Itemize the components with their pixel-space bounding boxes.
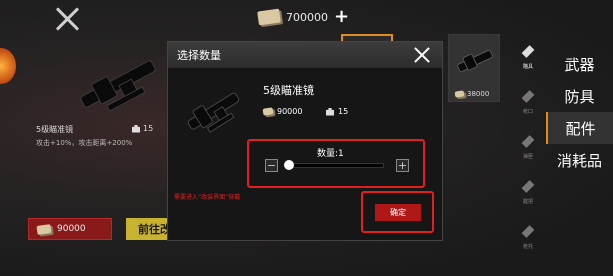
currency-display: 700000 + [257, 8, 349, 26]
slot-muzzle[interactable]: 枪口 [510, 79, 546, 124]
item-name: 5级瞄准镜 [36, 125, 74, 134]
slot-sight[interactable]: 瞄具 [510, 34, 546, 79]
category-weapons[interactable]: 武器 [546, 48, 613, 80]
quantity-plus-button[interactable]: + [396, 159, 409, 172]
weight-icon [132, 124, 140, 133]
slot-magazine-label: 弹匣 [522, 153, 533, 160]
confirm-highlight: 确定 [361, 191, 434, 233]
close-icon[interactable] [54, 6, 80, 32]
quantity-slider-handle[interactable] [284, 160, 294, 170]
category-armor[interactable]: 防具 [546, 80, 613, 112]
quantity-minus-button[interactable]: − [265, 159, 278, 172]
scope-icon [521, 45, 535, 58]
money-icon [257, 8, 281, 26]
slot-magazine[interactable]: 弹匣 [510, 124, 546, 169]
magazine-icon [521, 135, 535, 148]
buy-price-button[interactable]: 90000 [28, 218, 112, 240]
muzzle-icon [521, 90, 535, 103]
inventory-cell-scope[interactable]: 38000 [448, 34, 500, 102]
item-weight-value: 15 [143, 124, 154, 133]
scope-thumbnail [457, 49, 493, 73]
quantity-selector: 数量:1 − + [247, 139, 425, 188]
dialog-item-price: 90000 [262, 107, 303, 116]
add-currency-icon[interactable]: + [334, 8, 349, 26]
money-icon [454, 90, 465, 98]
cell-price-value: 38000 [467, 90, 490, 98]
slot-stock-label: 枪托 [522, 243, 533, 250]
slot-muzzle-label: 枪口 [522, 108, 533, 115]
category-consumables[interactable]: 消耗品 [546, 144, 613, 176]
dialog-item-weight-value: 15 [338, 107, 349, 116]
stock-icon [521, 225, 535, 238]
currency-amount: 700000 [286, 10, 328, 24]
confirm-button[interactable]: 确定 [375, 204, 421, 221]
weight-icon [326, 107, 334, 116]
buy-price-value: 90000 [57, 224, 86, 234]
item-weight: 15 [132, 124, 153, 133]
slot-grip-label: 握把 [522, 198, 533, 205]
quantity-slider-track[interactable] [286, 163, 384, 168]
category-attachments[interactable]: 配件 [546, 112, 613, 144]
dialog-scope-image [187, 92, 240, 133]
money-icon [262, 107, 274, 116]
dialog-close-icon[interactable] [412, 45, 432, 65]
quantity-dialog: 选择数量 5级瞄准镜 90000 15 数量:1 − + 需要进入“改装界面”穿… [167, 41, 443, 241]
slot-stock[interactable]: 枪托 [510, 214, 546, 259]
slot-sight-label: 瞄具 [522, 63, 533, 70]
dialog-item-name: 5级瞄准镜 [263, 84, 314, 97]
category-list: 武器 防具 配件 消耗品 [546, 48, 613, 176]
quantity-label: 数量:1 [317, 149, 344, 159]
dialog-title: 选择数量 [177, 49, 221, 62]
slot-grip[interactable]: 握把 [510, 169, 546, 214]
dialog-item-weight: 15 [326, 107, 348, 116]
attachment-slot-column: 瞄具 枪口 弹匣 握把 枪托 [510, 34, 546, 259]
scope-image [80, 60, 156, 112]
dialog-item-price-value: 90000 [277, 107, 303, 116]
cell-price: 38000 [454, 90, 490, 98]
item-description: 攻击+10%，攻击距离+200% [36, 139, 133, 147]
equip-warning-text: 需要进入“改装界面”穿戴 [174, 194, 241, 201]
money-icon [36, 223, 52, 235]
grip-icon [521, 180, 535, 193]
dialog-header: 选择数量 [168, 42, 442, 68]
